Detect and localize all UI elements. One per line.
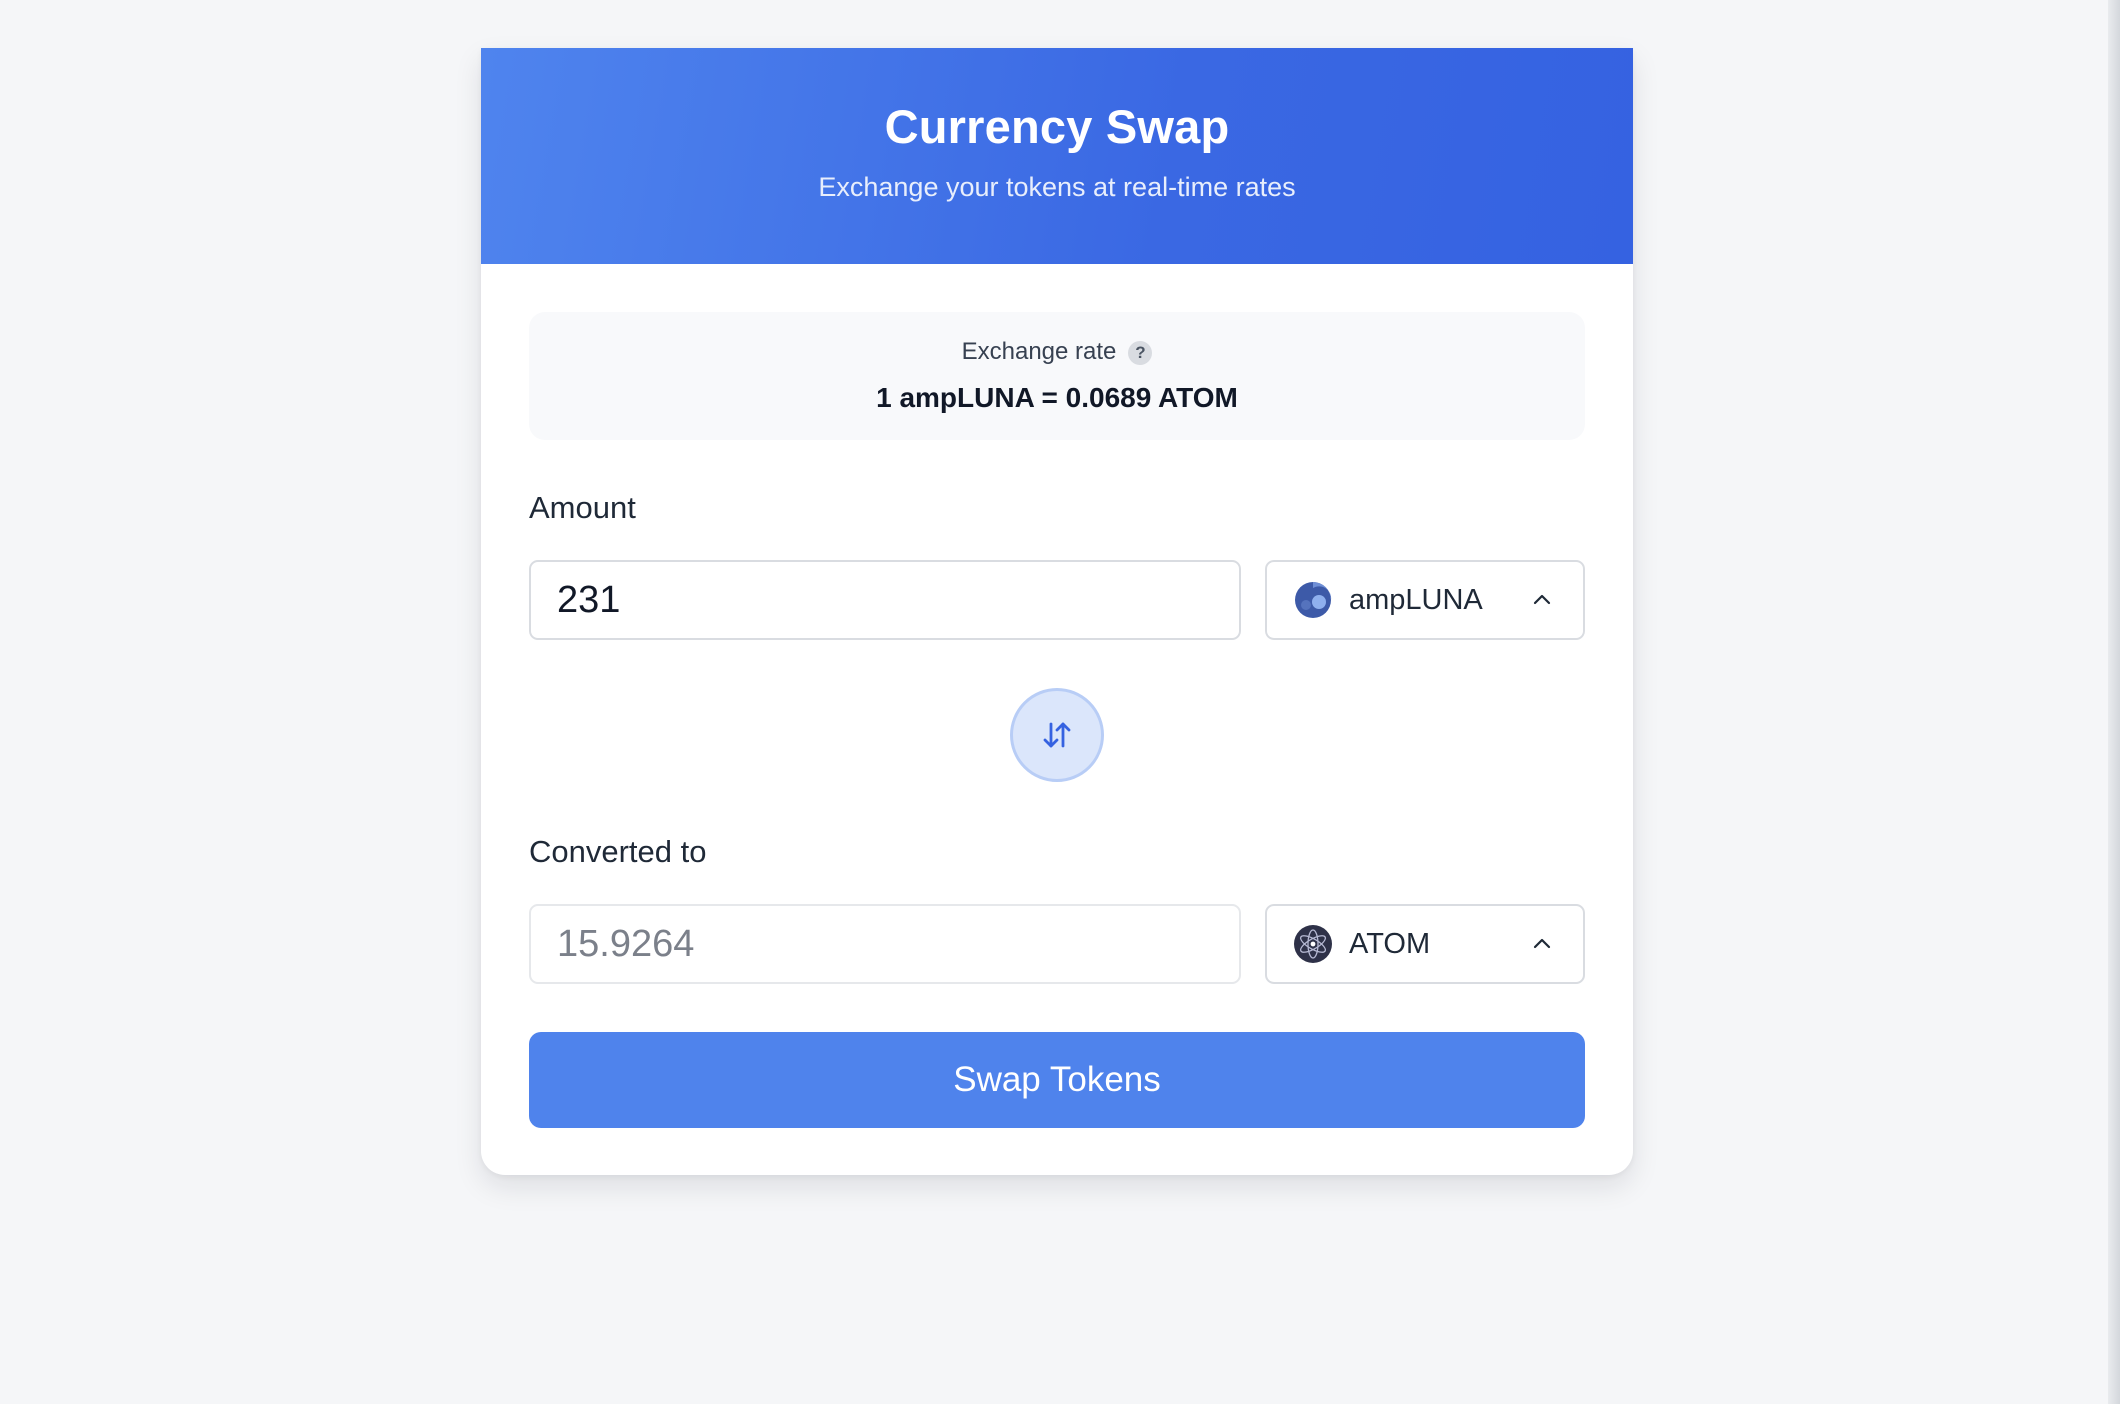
amount-input[interactable] bbox=[529, 560, 1241, 640]
from-token-name: ampLUNA bbox=[1349, 583, 1483, 616]
atom-token-icon bbox=[1294, 925, 1332, 963]
amplunatoken-icon bbox=[1295, 582, 1332, 618]
amount-label: Amount bbox=[529, 490, 636, 525]
to-token-name: ATOM bbox=[1349, 927, 1431, 960]
converted-to-label: Converted to bbox=[529, 834, 707, 869]
swap-direction-button[interactable] bbox=[1010, 688, 1104, 782]
chevron-up-icon bbox=[1533, 594, 1551, 605]
swap-vertical-arrows-icon bbox=[1043, 722, 1071, 748]
help-icon[interactable]: ? bbox=[1128, 341, 1153, 365]
chevron-up-icon bbox=[1533, 938, 1551, 949]
exchange-rate-label: Exchange rate bbox=[961, 338, 1117, 365]
page-subtitle: Exchange your tokens at real-time rates bbox=[818, 172, 1296, 202]
swap-tokens-button[interactable]: Swap Tokens bbox=[529, 1032, 1585, 1128]
to-token-select[interactable]: ATOM bbox=[1265, 904, 1585, 984]
card-header: Currency Swap Exchange your tokens at re… bbox=[481, 48, 1633, 264]
exchange-rate-value: 1 ampLUNA = 0.0689 ATOM bbox=[876, 382, 1238, 413]
swap-card: Currency Swap Exchange your tokens at re… bbox=[481, 48, 1633, 1175]
from-token-select[interactable]: ampLUNA bbox=[1265, 560, 1585, 640]
converted-amount-field[interactable] bbox=[529, 904, 1241, 984]
page-title: Currency Swap bbox=[884, 100, 1230, 153]
window-edge bbox=[2108, 0, 2120, 1404]
exchange-rate-label-row: Exchange rate? bbox=[529, 338, 1585, 366]
exchange-rate-panel: Exchange rate? 1 ampLUNA = 0.0689 ATOM bbox=[529, 312, 1585, 440]
